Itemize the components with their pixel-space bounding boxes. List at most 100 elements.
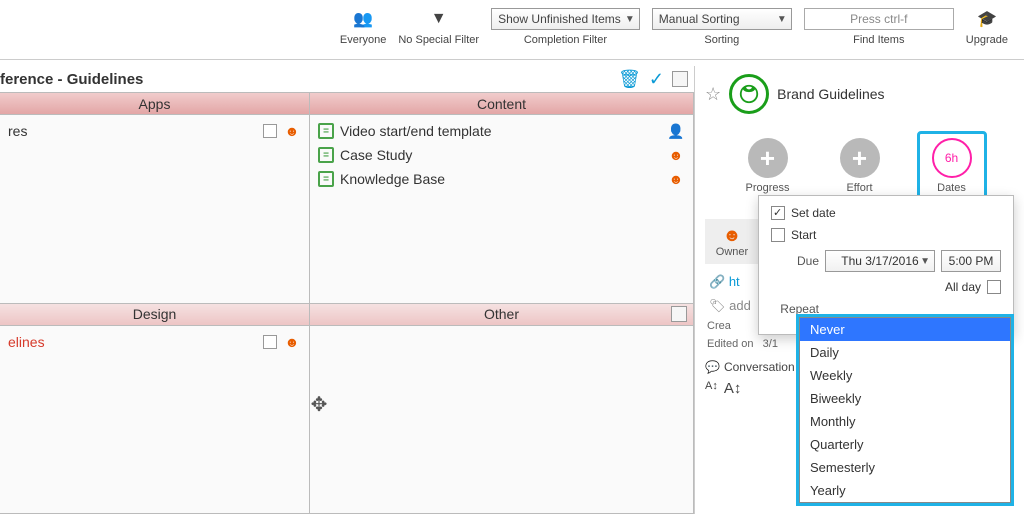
set-date-checkbox[interactable] (771, 206, 785, 220)
completion-combobox[interactable]: Show Unfinished Items ▼ (491, 8, 640, 30)
start-row[interactable]: Start (771, 228, 1001, 242)
tag-icon: 🏷 (709, 298, 726, 313)
list-item[interactable]: = Video start/end template 👤 (314, 119, 689, 143)
scope-label: Everyone (340, 34, 386, 54)
owner-avatar-icon: 👤 (667, 122, 685, 140)
repeat-option-yearly[interactable]: Yearly (800, 479, 1010, 502)
effort-label: Effort (846, 182, 872, 194)
task-icon: = (318, 123, 334, 139)
column-header-design[interactable]: Design (0, 304, 310, 326)
list-item[interactable]: = Case Study ☻ (314, 143, 689, 167)
tag-text: add (729, 298, 751, 313)
due-time-value: 5:00 PM (949, 254, 994, 268)
progress-stat[interactable]: + Progress (733, 138, 803, 201)
column-header-other-label: Other (484, 306, 519, 322)
item-title: Case Study (340, 147, 661, 163)
owner-avatar-icon: ☻ (283, 333, 301, 351)
link-icon: 🔗 (709, 274, 725, 289)
resize-handle[interactable]: ✥ (304, 389, 334, 419)
repeat-option-biweekly[interactable]: Biweekly (800, 387, 1010, 410)
all-day-row: All day (771, 280, 1001, 294)
due-row: Due Thu 3/17/2016 ▼ 5:00 PM (771, 250, 1001, 272)
owner-avatar-icon: ☻ (667, 146, 685, 164)
column-design[interactable]: elines ☻ (0, 326, 310, 514)
owner-face-icon: ☻ (711, 225, 753, 246)
effort-stat[interactable]: + Effort (825, 138, 895, 201)
item-title: Knowledge Base (340, 171, 661, 187)
all-day-label: All day (945, 280, 981, 294)
detail-title: Brand Guidelines (777, 86, 884, 102)
search-input[interactable]: Press ctrl-f (804, 8, 954, 30)
search-placeholder: Press ctrl-f (850, 12, 907, 26)
due-date-input[interactable]: Thu 3/17/2016 ▼ (825, 250, 935, 272)
item-checkbox[interactable] (263, 335, 277, 349)
list-item[interactable]: res ☻ (4, 119, 305, 143)
chevron-down-icon: ▼ (920, 256, 930, 267)
column-header-other[interactable]: Other (310, 304, 694, 326)
dates-stat[interactable]: 6h Dates (917, 131, 987, 201)
due-date-value: Thu 3/17/2016 (841, 254, 918, 268)
page-title: ference - Guidelines (0, 71, 143, 88)
upgrade-label: Upgrade (966, 34, 1008, 54)
start-label: Start (791, 228, 816, 242)
dates-badge: 6h (932, 138, 972, 178)
progress-label: Progress (745, 182, 789, 194)
column-other[interactable] (310, 326, 694, 514)
repeat-option-semesterly[interactable]: Semesterly (800, 456, 1010, 479)
completion-filter: Show Unfinished Items ▼ Completion Filte… (491, 4, 640, 59)
search-label: Find Items (853, 34, 904, 54)
column-header-apps[interactable]: Apps (0, 93, 310, 115)
repeat-option-daily[interactable]: Daily (800, 341, 1010, 364)
column-content[interactable]: = Video start/end template 👤 = Case Stud… (310, 115, 694, 304)
chat-icon: 💬 (705, 360, 720, 374)
repeat-dropdown-list[interactable]: Never Daily Weekly Biweekly Monthly Quar… (799, 317, 1011, 503)
top-toolbar: 👥 Everyone ▼ No Special Filter Show Unfi… (0, 0, 1024, 60)
stats-row: + Progress + Effort 6h Dates (705, 138, 1014, 201)
column-header-content[interactable]: Content (310, 93, 694, 115)
repeat-option-never[interactable]: Never (800, 318, 1010, 341)
repeat-option-quarterly[interactable]: Quarterly (800, 433, 1010, 456)
complete-button[interactable]: ✓ (649, 69, 664, 90)
repeat-option-weekly[interactable]: Weekly (800, 364, 1010, 387)
chevron-down-icon: ▼ (777, 14, 787, 25)
task-icon: = (318, 147, 334, 163)
upgrade-icon: 🎓 (977, 9, 997, 29)
filter-selector[interactable]: ▼ No Special Filter (398, 4, 479, 59)
column-apps[interactable]: res ☻ (0, 115, 310, 304)
owner-label: Owner (716, 246, 748, 258)
kanban-board: Apps Content res ☻ = Video start/end tem… (0, 92, 694, 514)
repeat-dropdown: Never Daily Weekly Biweekly Monthly Quar… (796, 314, 1014, 506)
item-checkbox[interactable] (263, 124, 277, 138)
globe-icon (729, 74, 769, 114)
task-icon: = (318, 171, 334, 187)
upgrade-button[interactable]: 🎓 Upgrade (966, 4, 1008, 59)
due-time-input[interactable]: 5:00 PM (941, 250, 1001, 272)
completion-label: Completion Filter (524, 34, 607, 54)
all-day-checkbox[interactable] (987, 280, 1001, 294)
due-label: Due (771, 254, 819, 268)
dates-label: Dates (937, 182, 966, 194)
sorting-label: Sorting (704, 34, 739, 54)
header-checkbox[interactable] (672, 71, 688, 87)
search-group: Press ctrl-f Find Items (804, 4, 954, 59)
chevron-down-icon: ▼ (625, 14, 635, 25)
star-icon[interactable]: ☆ (705, 84, 721, 105)
delete-button[interactable]: 🗑 (618, 69, 641, 90)
column-checkbox[interactable] (671, 306, 687, 322)
font-increase-button[interactable]: A↕ (724, 380, 742, 397)
page-header: ference - Guidelines 🗑 ✓ (0, 66, 694, 92)
start-checkbox[interactable] (771, 228, 785, 242)
set-date-row[interactable]: Set date (771, 206, 1001, 220)
filter-label: No Special Filter (398, 34, 479, 54)
list-item[interactable]: = Knowledge Base ☻ (314, 167, 689, 191)
plus-icon: + (840, 138, 880, 178)
sorting-combobox[interactable]: Manual Sorting ▼ (652, 8, 792, 30)
funnel-icon: ▼ (431, 10, 447, 28)
font-decrease-button[interactable]: A↕ (705, 380, 718, 397)
list-item[interactable]: elines ☻ (4, 330, 305, 354)
owner-picker[interactable]: ☻ Owner (705, 219, 759, 264)
repeat-option-monthly[interactable]: Monthly (800, 410, 1010, 433)
completion-value: Show Unfinished Items (498, 12, 621, 26)
people-icon: 👥 (353, 9, 373, 29)
scope-selector[interactable]: 👥 Everyone (340, 4, 386, 59)
